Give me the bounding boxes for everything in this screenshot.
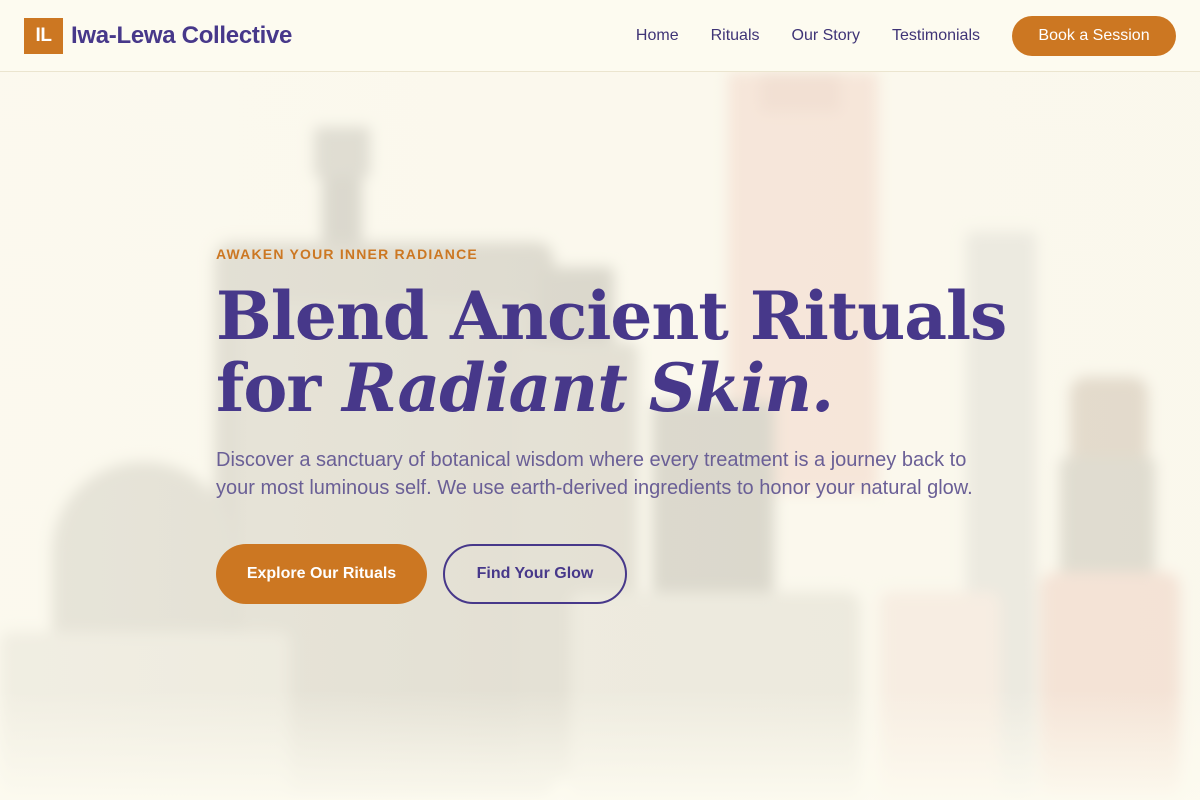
nav-link-home[interactable]: Home (636, 27, 679, 45)
brand-name: Iwa-Lewa Collective (71, 21, 293, 49)
hero-headline-line-2: for Radiant Skin. (216, 352, 996, 424)
hero-headline: Blend Ancient Rituals for Radiant Skin. (216, 277, 1007, 424)
top-navbar: IL Iwa-Lewa Collective Home Rituals Our … (0, 0, 1200, 72)
nav-link-testimonials[interactable]: Testimonials (892, 27, 980, 45)
hero-description: Discover a sanctuary of botanical wisdom… (216, 449, 973, 499)
hero-eyebrow: AWAKEN YOUR INNER RADIANCE (216, 246, 478, 262)
hero-actions: Explore Our Rituals Find Your Glow (216, 544, 996, 604)
nav-link-rituals[interactable]: Rituals (711, 27, 760, 45)
hero-headline-italic: Radiant Skin. (342, 349, 834, 427)
hero-headline-plain: for (216, 349, 321, 427)
explore-rituals-button[interactable]: Explore Our Rituals (216, 544, 427, 604)
brand-logo-link[interactable]: IL Iwa-Lewa Collective (24, 17, 293, 54)
main-nav: Home Rituals Our Story Testimonials (636, 27, 980, 45)
hero-headline-line-1: Blend Ancient Rituals (216, 277, 1007, 355)
hero-section: AWAKEN YOUR INNER RADIANCE Blend Ancient… (216, 246, 1007, 604)
find-your-glow-button[interactable]: Find Your Glow (443, 544, 627, 604)
nav-link-our-story[interactable]: Our Story (792, 27, 860, 45)
book-session-button[interactable]: Book a Session (1012, 15, 1176, 56)
brand-logo-mark: IL (24, 17, 63, 54)
